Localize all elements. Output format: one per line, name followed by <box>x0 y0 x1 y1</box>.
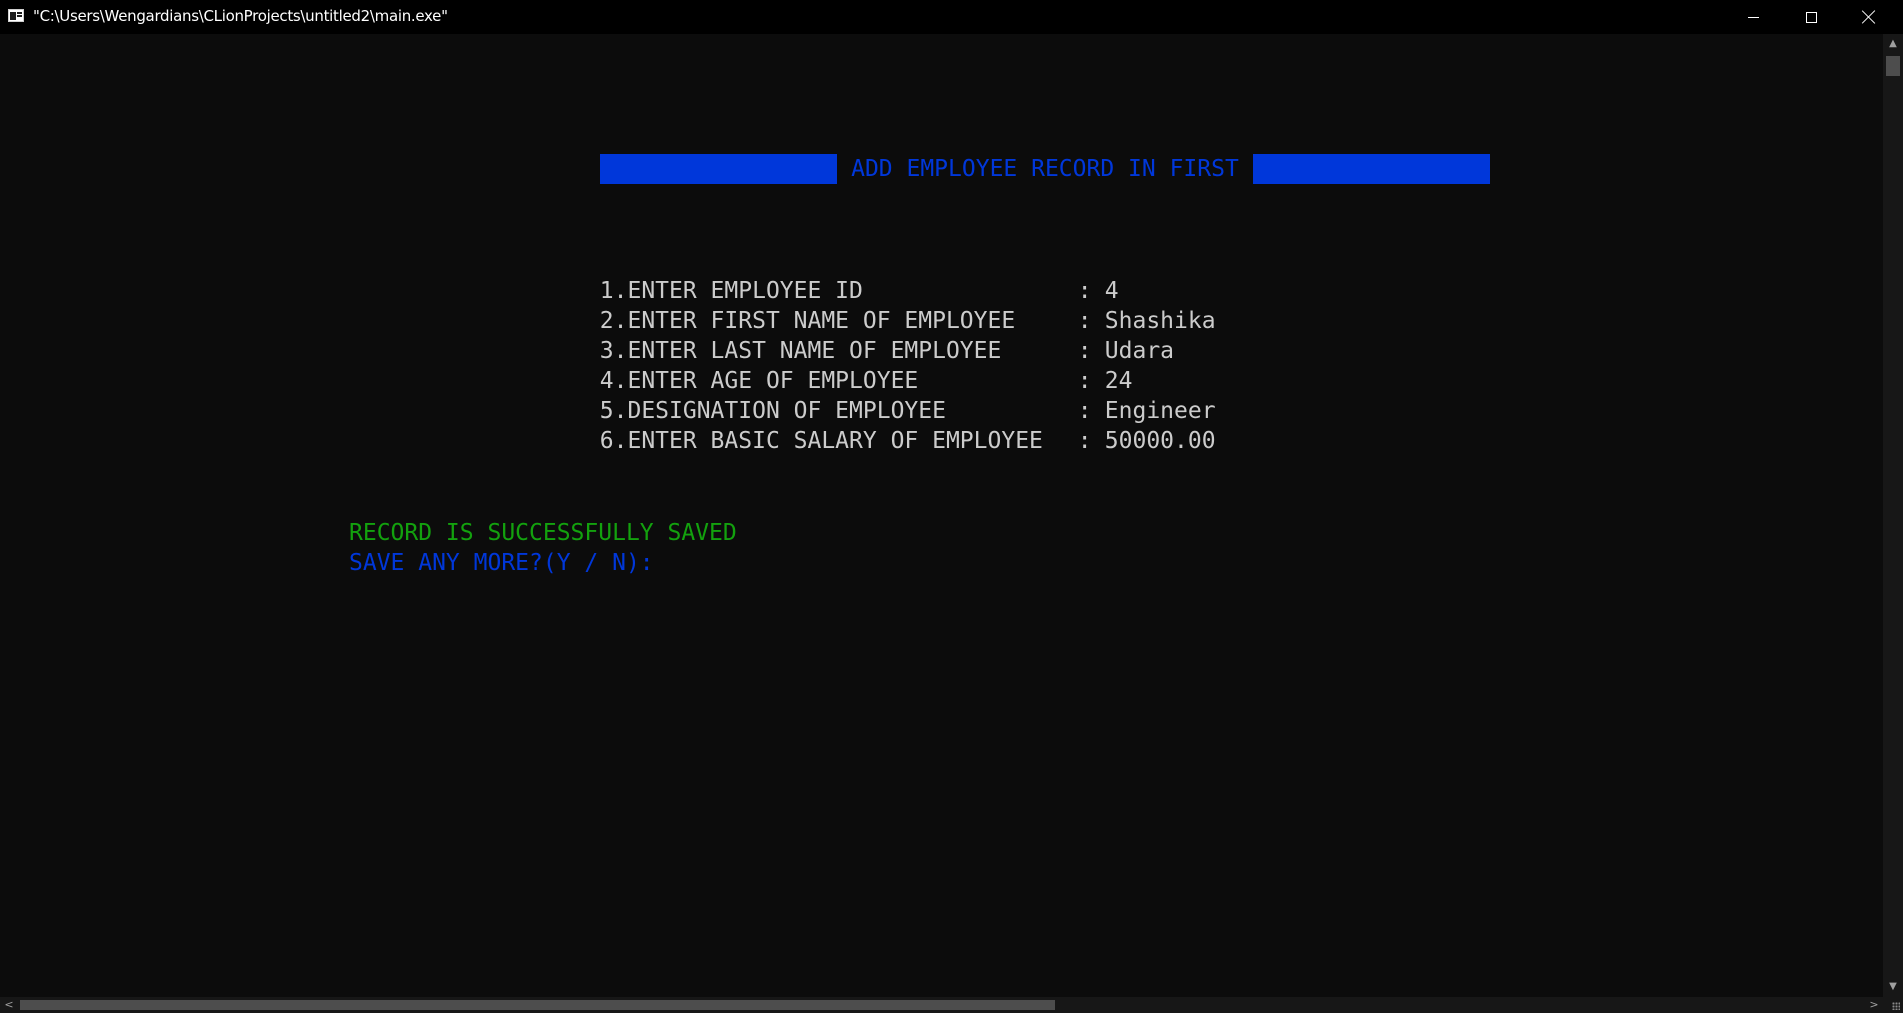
close-button[interactable] <box>1840 0 1898 34</box>
field-separator: : <box>1077 428 1092 454</box>
banner-title: ADD EMPLOYEE RECORD IN FIRST <box>851 156 1239 182</box>
console-app-icon[interactable] <box>8 9 24 22</box>
maximize-button[interactable] <box>1782 0 1840 34</box>
field-label: 5.DESIGNATION OF EMPLOYEE <box>599 398 946 424</box>
banner-right-bar <box>1252 154 1490 184</box>
maximize-icon <box>1805 11 1817 23</box>
console-output[interactable]: ADD EMPLOYEE RECORD IN FIRST 1.ENTER EMP… <box>0 34 1883 997</box>
field-row: 1.ENTER EMPLOYEE ID:4 <box>489 246 1216 304</box>
field-label: 1.ENTER EMPLOYEE ID <box>599 278 863 304</box>
field-separator: : <box>1077 308 1092 334</box>
field-value: 50000.00 <box>1104 428 1216 454</box>
field-value: Shashika <box>1104 308 1216 334</box>
minimize-icon <box>1747 16 1759 18</box>
field-value: 24 <box>1104 368 1133 394</box>
field-label: 4.ENTER AGE OF EMPLOYEE <box>599 368 919 394</box>
save-more-prompt[interactable]: SAVE ANY MORE?(Y / N): <box>349 548 654 578</box>
vertical-scrollbar[interactable]: ▲ ▼ <box>1883 34 1903 997</box>
minimize-button[interactable] <box>1724 0 1782 34</box>
field-separator: : <box>1077 338 1092 364</box>
field-value: 4 <box>1104 278 1119 304</box>
field-label: 2.ENTER FIRST NAME OF EMPLOYEE <box>599 308 1016 334</box>
field-separator: : <box>1077 278 1092 304</box>
close-icon <box>1862 10 1876 24</box>
scroll-down-arrow-icon[interactable]: ▼ <box>1883 977 1903 997</box>
vertical-scroll-thumb[interactable] <box>1886 56 1900 76</box>
field-separator: : <box>1077 368 1092 394</box>
banner: ADD EMPLOYEE RECORD IN FIRST <box>517 124 1490 214</box>
field-label: 3.ENTER LAST NAME OF EMPLOYEE <box>599 338 1002 364</box>
field-value: Udara <box>1104 338 1175 364</box>
scroll-left-arrow-icon[interactable]: < <box>0 997 18 1013</box>
field-label: 6.ENTER BASIC SALARY OF EMPLOYEE <box>599 428 1043 454</box>
scrollbar-corner <box>1883 997 1903 1013</box>
window-title: "C:\Users\Wengardians\CLionProjects\unti… <box>33 7 448 25</box>
resize-grip-icon[interactable] <box>1892 1002 1900 1010</box>
field-separator: : <box>1077 398 1092 424</box>
banner-left-bar <box>600 154 838 184</box>
scroll-right-arrow-icon[interactable]: > <box>1865 997 1883 1013</box>
success-message: RECORD IS SUCCESSFULLY SAVED <box>349 520 737 546</box>
scroll-up-arrow-icon[interactable]: ▲ <box>1883 34 1903 54</box>
console-window: "C:\Users\Wengardians\CLionProjects\unti… <box>0 0 1903 1013</box>
horizontal-scrollbar[interactable]: < > <box>0 997 1883 1013</box>
horizontal-scroll-thumb[interactable] <box>20 1000 1055 1010</box>
field-value: Engineer <box>1104 398 1216 424</box>
title-bar[interactable]: "C:\Users\Wengardians\CLionProjects\unti… <box>0 0 1903 34</box>
employee-form-output: 1.ENTER EMPLOYEE ID:4 2.ENTER FIRST NAME… <box>489 246 1216 454</box>
